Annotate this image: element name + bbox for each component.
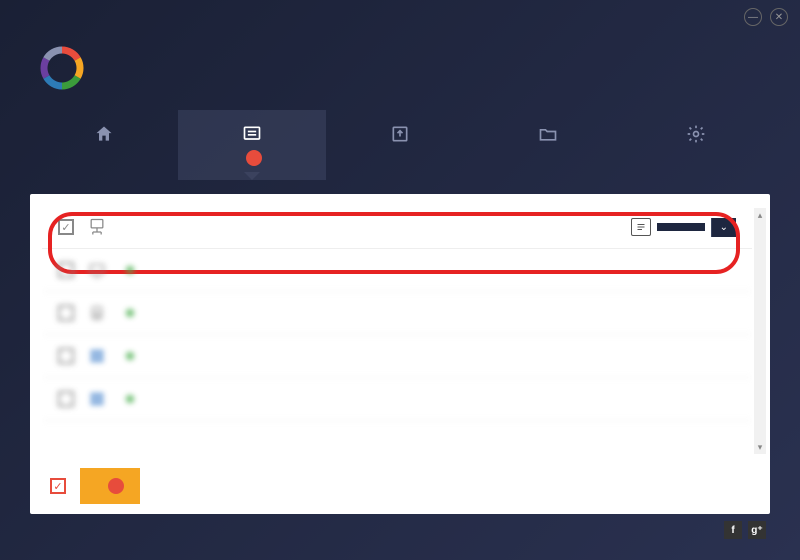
select-all-checkbox[interactable] bbox=[50, 478, 66, 494]
updates-badge bbox=[246, 150, 262, 166]
driver-title bbox=[120, 262, 736, 279]
tab-restore[interactable] bbox=[474, 110, 622, 180]
backup-icon bbox=[389, 124, 411, 144]
driver-info bbox=[120, 391, 724, 408]
notes-icon[interactable] bbox=[631, 218, 651, 236]
status-dot-icon bbox=[126, 309, 134, 317]
footer-actions bbox=[50, 468, 750, 504]
minimize-button[interactable]: — bbox=[744, 8, 762, 26]
google-plus-icon[interactable]: g⁺ bbox=[748, 521, 766, 539]
status-dot-icon bbox=[126, 266, 134, 274]
social-links: f g⁺ bbox=[724, 521, 766, 539]
list-icon bbox=[241, 124, 263, 144]
folder-icon bbox=[537, 124, 559, 144]
close-button[interactable]: ✕ bbox=[770, 8, 788, 26]
system-device-icon bbox=[86, 388, 108, 410]
update-button[interactable] bbox=[657, 223, 705, 231]
header bbox=[0, 34, 800, 110]
checkbox[interactable] bbox=[58, 262, 74, 278]
driver-row[interactable] bbox=[42, 249, 752, 292]
driver-row[interactable]: ⌄ bbox=[42, 206, 752, 249]
driver-row[interactable] bbox=[42, 292, 752, 335]
scroll-up-icon[interactable]: ▴ bbox=[754, 208, 766, 222]
network-adapter-icon bbox=[86, 216, 108, 238]
tab-home[interactable] bbox=[30, 110, 178, 180]
driver-info bbox=[120, 262, 736, 279]
tab-label bbox=[242, 150, 262, 166]
row-actions: ⌄ bbox=[631, 218, 736, 237]
download-install-button[interactable] bbox=[80, 468, 140, 504]
driver-title bbox=[120, 348, 724, 365]
facebook-icon[interactable]: f bbox=[724, 521, 742, 539]
scroll-down-icon[interactable]: ▾ bbox=[754, 440, 766, 454]
scrollbar[interactable]: ▴ ▾ bbox=[754, 208, 766, 454]
app-logo-icon bbox=[40, 46, 84, 90]
status-dot-icon bbox=[126, 352, 134, 360]
driver-row[interactable] bbox=[42, 335, 752, 378]
main-tabs bbox=[0, 110, 800, 180]
bottom-bar: f g⁺ bbox=[0, 522, 800, 538]
tab-driver-updates[interactable] bbox=[178, 110, 326, 180]
driver-list: ⌄ bbox=[42, 206, 752, 458]
checkbox[interactable] bbox=[58, 219, 74, 235]
checkbox[interactable] bbox=[58, 391, 74, 407]
driver-info bbox=[120, 348, 724, 365]
driver-row[interactable] bbox=[42, 378, 752, 421]
system-device-icon bbox=[86, 345, 108, 367]
display-adapter-icon bbox=[86, 259, 108, 281]
audio-device-icon bbox=[86, 302, 108, 324]
content-panel: ⌄ bbox=[30, 194, 770, 514]
gear-icon bbox=[685, 124, 707, 144]
driver-info bbox=[120, 305, 736, 322]
titlebar: — ✕ bbox=[0, 0, 800, 34]
checkbox[interactable] bbox=[58, 348, 74, 364]
tab-backup[interactable] bbox=[326, 110, 474, 180]
driver-title bbox=[120, 391, 724, 408]
home-icon bbox=[93, 124, 115, 144]
status-dot-icon bbox=[126, 395, 134, 403]
update-dropdown-button[interactable]: ⌄ bbox=[711, 218, 736, 237]
checkbox[interactable] bbox=[58, 305, 74, 321]
tab-settings[interactable] bbox=[622, 110, 770, 180]
download-badge bbox=[108, 478, 124, 494]
driver-title bbox=[120, 305, 736, 322]
